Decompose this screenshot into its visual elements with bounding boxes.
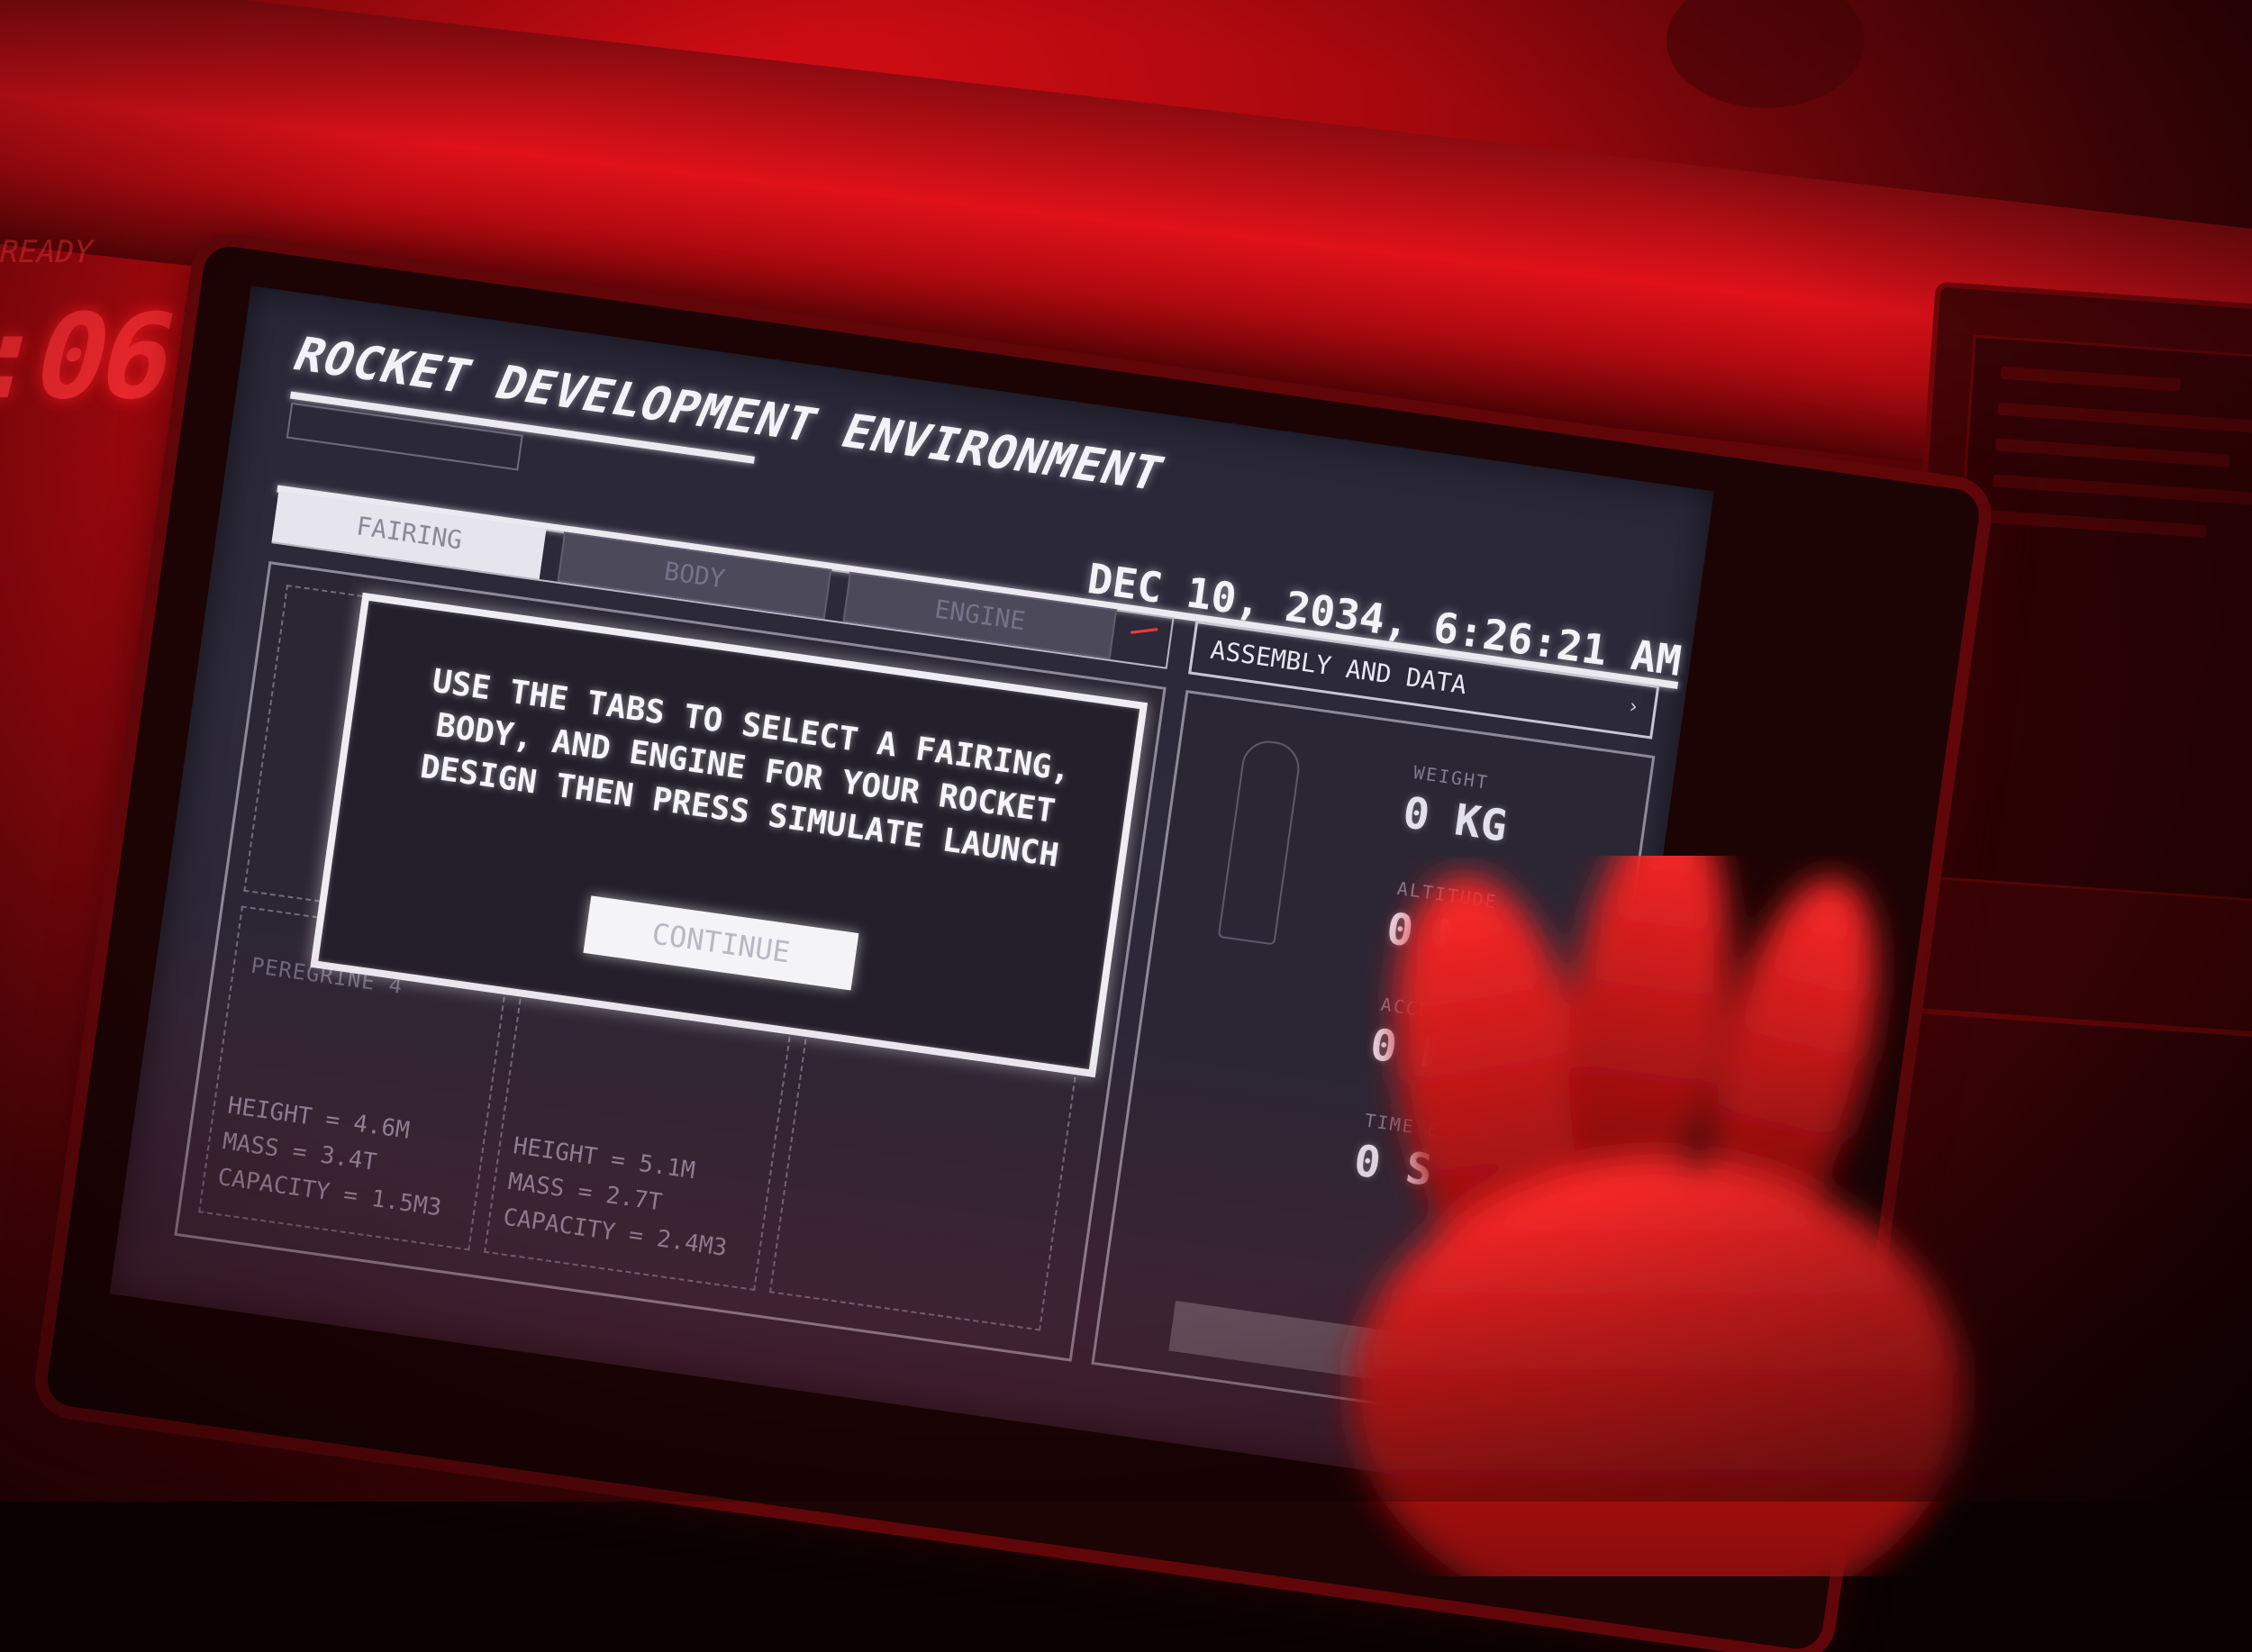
side-display-line bbox=[1997, 402, 2252, 435]
side-display-line bbox=[1990, 510, 2207, 539]
acceleration-value: 0 M/S bbox=[1367, 1019, 1503, 1088]
touchscreen-device: ROCKET DEVELOPMENT ENVIRONMENT DEC 10, 2… bbox=[44, 243, 1983, 1652]
side-display-screen bbox=[1935, 334, 2252, 906]
continue-button[interactable]: CONTINUE bbox=[583, 895, 859, 991]
weight-label: WEIGHT bbox=[1412, 761, 1491, 794]
modal-message: USE THE TABS TO SELECT A FAIRING, BODY, … bbox=[417, 662, 1074, 875]
side-display-line bbox=[1993, 474, 2252, 506]
simulate-launch-button[interactable] bbox=[1168, 1301, 1515, 1399]
chevron-right-icon: › bbox=[1625, 694, 1641, 720]
assembly-data-panel: WEIGHT 0 KG ALTITUDE 0 M ACCELERATION 0 … bbox=[1091, 690, 1656, 1430]
altitude-value: 0 M bbox=[1383, 903, 1468, 965]
part-specs: HEIGHT = 5.1M MASS = 2.7T CAPACITY = 2.4… bbox=[501, 1132, 729, 1262]
console-background: READY :06 ROCKET DEVELOPMENT ENVIRONMENT… bbox=[0, 0, 2252, 1652]
weight-value: 0 KG bbox=[1400, 787, 1511, 852]
side-display-line bbox=[1995, 438, 2230, 467]
bezel-countdown-timer: :06 bbox=[0, 288, 186, 425]
console-knob bbox=[1666, 0, 1865, 108]
side-display-line bbox=[2000, 366, 2182, 392]
bezel-caption: READY bbox=[0, 234, 97, 270]
part-specs: HEIGHT = 4.6M MASS = 3.4T CAPACITY = 1.5… bbox=[215, 1092, 443, 1222]
rocket-preview-outline bbox=[1217, 737, 1303, 946]
time-elapsed-value: 0 S bbox=[1350, 1135, 1436, 1196]
touchscreen: ROCKET DEVELOPMENT ENVIRONMENT DEC 10, 2… bbox=[109, 286, 1714, 1500]
